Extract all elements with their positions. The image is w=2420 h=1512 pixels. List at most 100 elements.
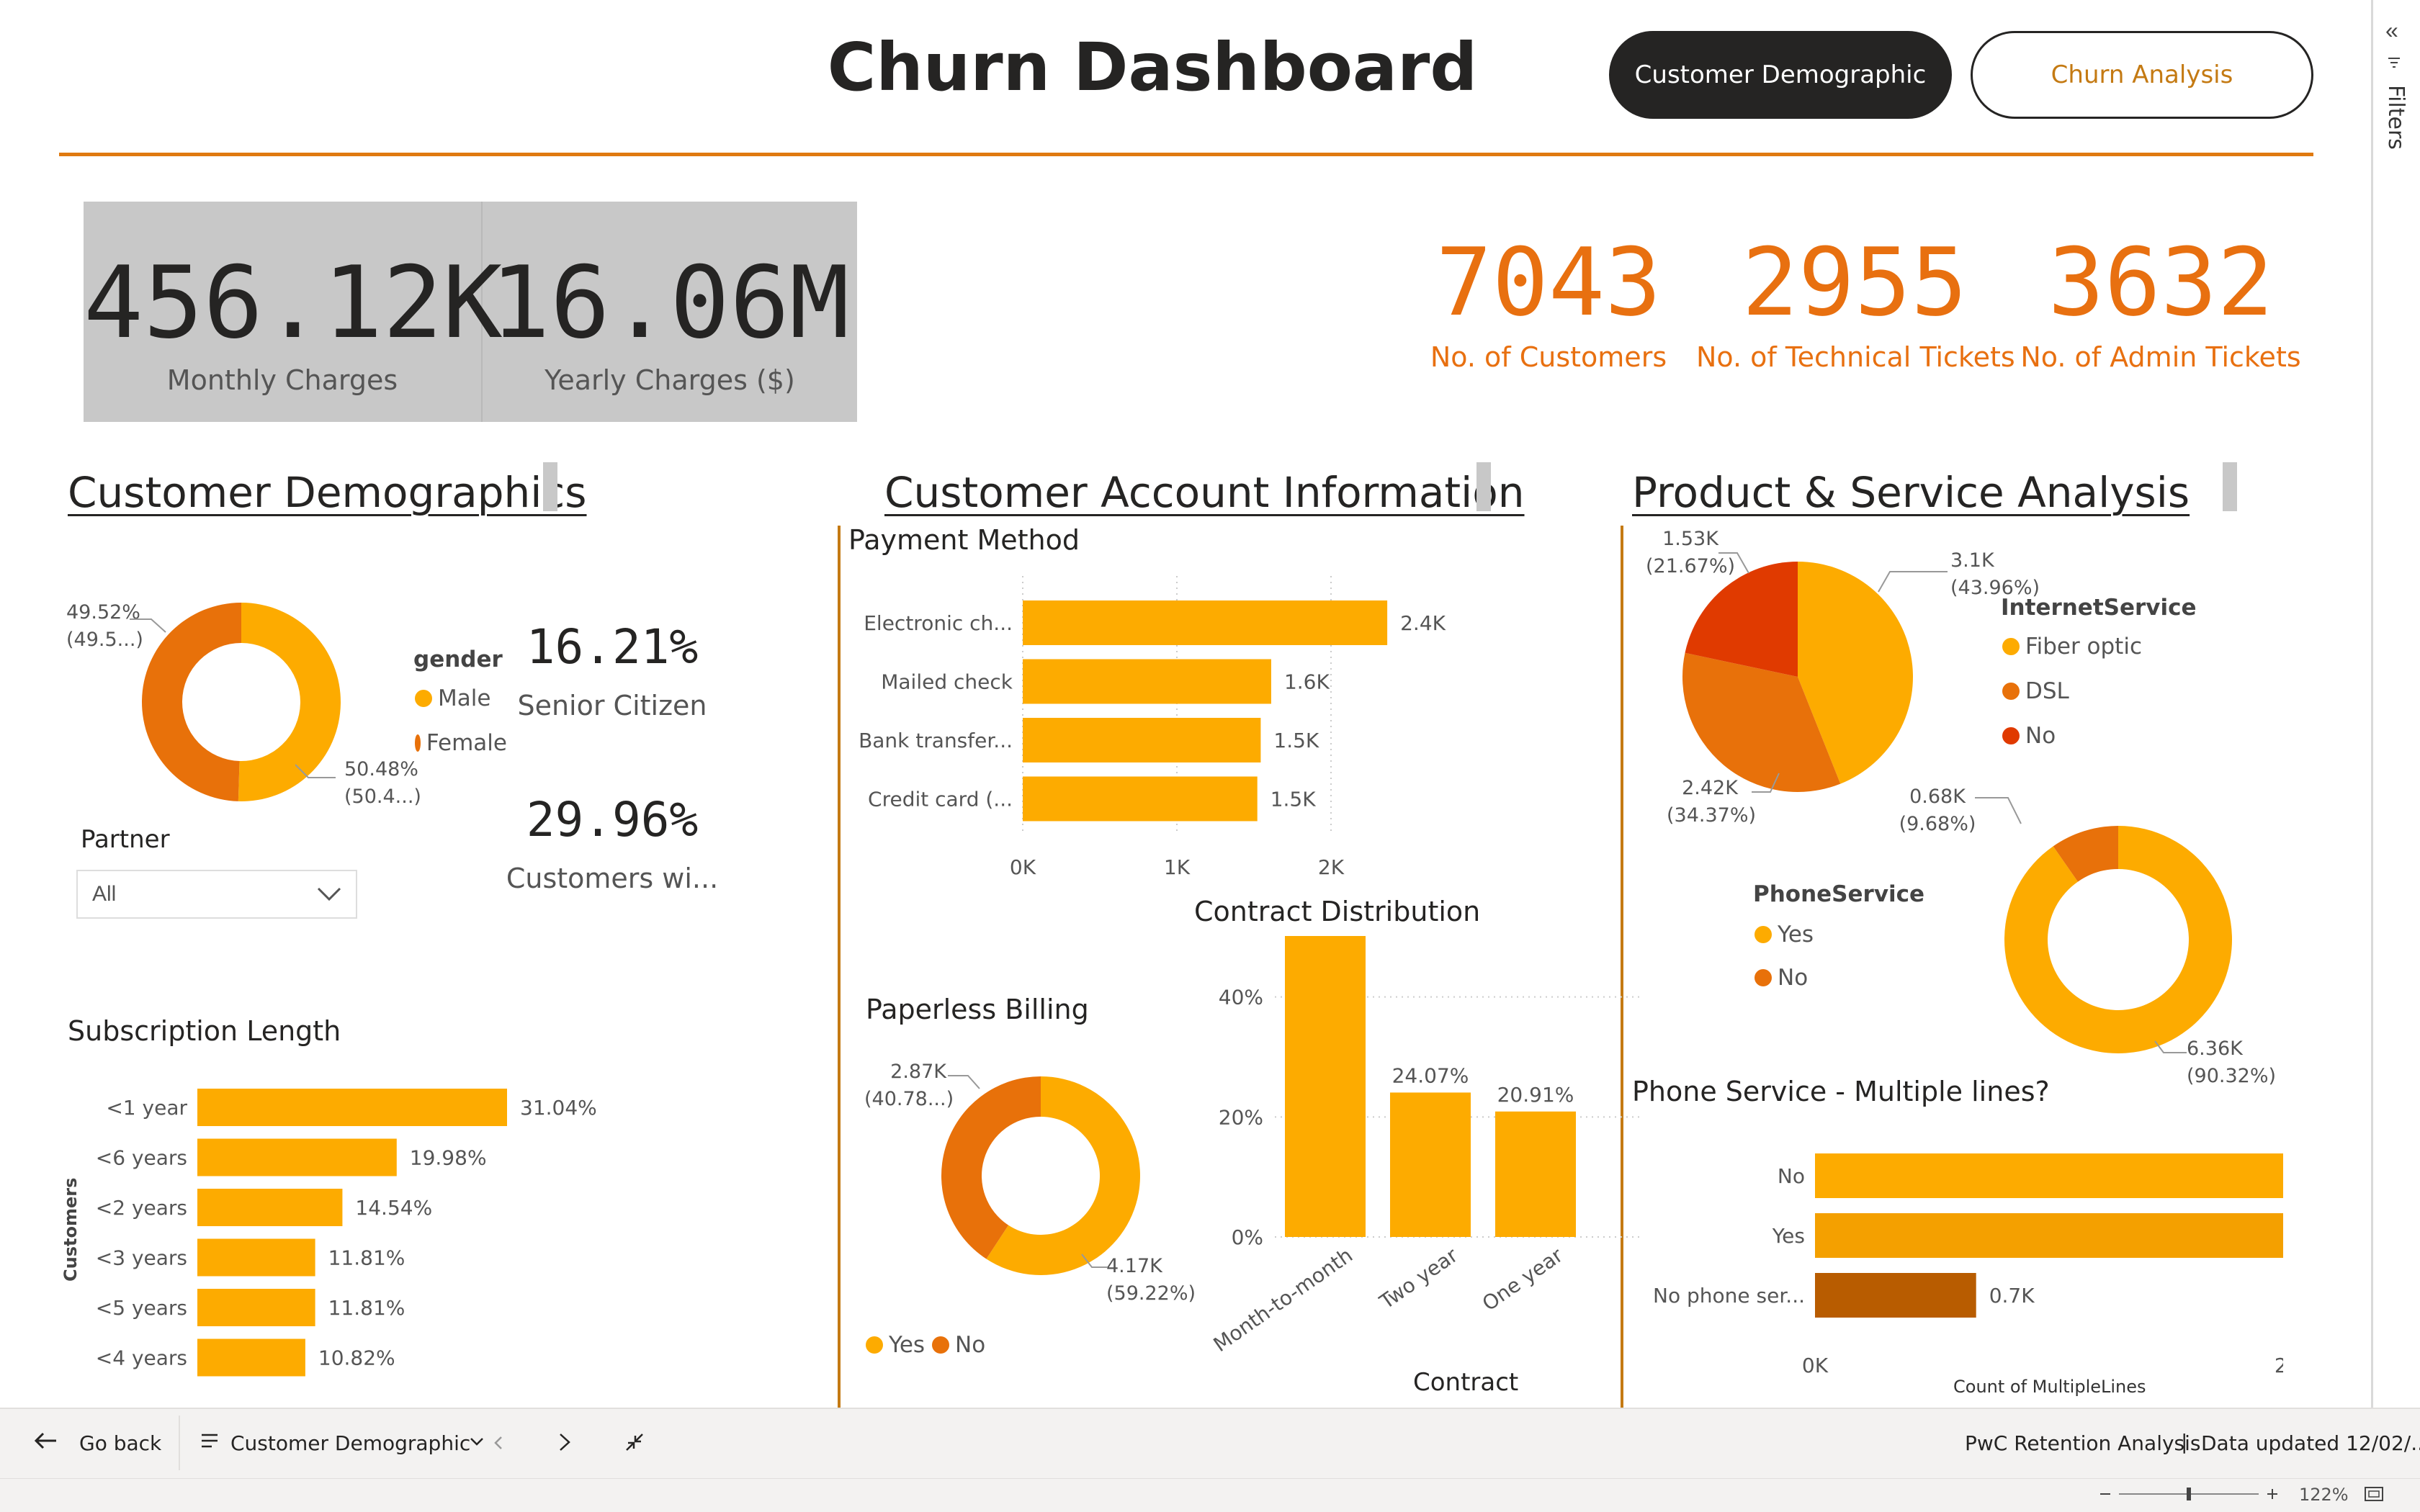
bar-credit-card-[interactable] — [1023, 776, 1258, 822]
customers-wi-label: Customers wi... — [506, 863, 719, 894]
nav-churn-analysis-button[interactable]: Churn Analysis — [1971, 31, 2313, 119]
bar-one-year[interactable] — [1495, 1111, 1576, 1237]
paperless-billing-donut-chart[interactable] — [936, 1071, 1145, 1280]
slice-yes[interactable] — [2004, 826, 2232, 1053]
report-name: PwC Retention Analysis — [1965, 1431, 2201, 1455]
bar--5-years[interactable] — [197, 1289, 315, 1326]
senior-citizen-label: Senior Citizen — [517, 690, 707, 721]
legend-label: No — [1778, 965, 1809, 991]
phone-service-legend-title: PhoneService — [1753, 881, 1925, 907]
legend-label: Yes — [889, 1332, 926, 1358]
legend-item-fiber-optic[interactable]: Fiber optic — [2002, 634, 2142, 660]
legend-label: Female — [426, 730, 507, 756]
contract-distribution-chart[interactable]: 0%20%40%60%55.02%Month-to-month24.07%Two… — [1196, 936, 1657, 1382]
phone-no-data-label: 0.68K (9.68%) — [1894, 783, 1981, 838]
bar--4-years[interactable] — [197, 1338, 305, 1377]
legend-label: DSL — [2025, 678, 2069, 704]
internet-dsl-pct: (34.37%) — [1667, 804, 1757, 827]
pages-list-icon[interactable] — [200, 1433, 219, 1449]
zoom-slider[interactable] — [2097, 1485, 2280, 1503]
legend-item-male[interactable]: Male — [415, 685, 490, 711]
category-label: <5 years — [96, 1296, 187, 1320]
bar-electronic-ch-[interactable] — [1023, 600, 1388, 645]
legend-swatch — [415, 690, 432, 707]
partner-slicer-dropdown[interactable]: All — [76, 870, 357, 919]
tick-label: 2K — [1318, 855, 1345, 879]
legend-item-yes[interactable]: Yes — [866, 1332, 925, 1358]
category-label: Credit card (... — [868, 788, 1013, 811]
gender-male-data-label: 50.48% (50.4...) — [344, 756, 421, 811]
next-page-icon[interactable] — [557, 1433, 572, 1452]
data-label: 10.82% — [318, 1346, 395, 1370]
subscription-length-chart[interactable]: <1 year 31.04% <6 years 19.98% <2 years 14.54… — [86, 1073, 634, 1382]
legend-swatch — [932, 1336, 949, 1354]
bar-mailed-check[interactable] — [1023, 659, 1271, 704]
yearly-charges-label: Yearly Charges ($) — [544, 364, 795, 396]
data-label: 20.91% — [1497, 1083, 1574, 1107]
paperless-yes-pct: (59.22%) — [1106, 1282, 1196, 1305]
legend-swatch — [2002, 727, 2020, 744]
tick-label: 20% — [1219, 1105, 1263, 1129]
gender-leader-line — [295, 764, 336, 778]
data-label: 2.4K — [1400, 611, 1446, 635]
data-label: 19.98% — [410, 1146, 487, 1170]
legend-item-female[interactable]: Female — [415, 730, 507, 756]
bar-two-year[interactable] — [1390, 1092, 1471, 1237]
paperless-yes-data-label: 4.17K (59.22%) — [1106, 1253, 1196, 1308]
customers-count-label: No. of Customers — [1430, 341, 1667, 373]
tick-label: 0K — [1802, 1354, 1829, 1377]
bar--3-years[interactable] — [197, 1238, 315, 1277]
bar-month-to-month[interactable] — [1285, 936, 1366, 1237]
filters-pane-label[interactable]: Filters — [2383, 85, 2408, 150]
category-label: No phone ser... — [1653, 1284, 1805, 1308]
go-back-button[interactable]: Go back — [79, 1431, 161, 1455]
nav-customer-demographic-button[interactable]: Customer Demographic — [1609, 31, 1952, 119]
back-arrow-icon[interactable] — [33, 1431, 58, 1450]
report-canvas: Churn Dashboard Customer Demographic Chu… — [0, 0, 2371, 1408]
tick-label: 1K — [1164, 855, 1191, 879]
slice-no[interactable] — [941, 1076, 1041, 1259]
payment-method-chart[interactable]: Electronic ch... 2.4K Mailed check 1.6K Bank… — [850, 576, 1498, 886]
legend-swatch — [1754, 969, 1772, 986]
legend-label: Yes — [1778, 922, 1814, 948]
section-tab-marker — [1476, 462, 1491, 511]
internet-fiber-data-label: 3.1K (43.96%) — [1950, 547, 2040, 602]
bar--6-years[interactable] — [197, 1138, 397, 1176]
legend-item-dsl[interactable]: DSL — [2002, 678, 2069, 704]
internet-service-legend-title: InternetService — [2001, 595, 2197, 621]
multiple-lines-chart[interactable]: No3.4KYes3.0KNo phone ser...0.7K0K2K — [1635, 1130, 2283, 1390]
admin-tickets-value: 3632 — [2048, 228, 2274, 337]
legend-label: No — [955, 1332, 986, 1358]
section-customer-demographics: Customer Demographics — [68, 468, 587, 517]
exit-fullscreen-icon[interactable] — [624, 1431, 645, 1453]
filters-pane[interactable] — [2371, 0, 2420, 1408]
tick-label: 0% — [1232, 1225, 1263, 1249]
phone-service-donut-chart[interactable] — [1999, 821, 2237, 1058]
category-label: One year — [1478, 1243, 1567, 1315]
data-label: 31.04% — [520, 1096, 597, 1120]
fit-to-page-icon[interactable] — [2364, 1486, 2384, 1502]
bar-yes[interactable] — [1815, 1213, 2283, 1258]
phone-leader-line — [2154, 1040, 2187, 1053]
legend-item-phone-yes[interactable]: Yes — [1754, 922, 1814, 948]
data-label: 1.5K — [1273, 729, 1319, 752]
current-page-name[interactable]: Customer Demographic — [230, 1431, 470, 1455]
legend-item-phone-no[interactable]: No — [1754, 965, 1808, 991]
page-dropdown-icon[interactable] — [470, 1436, 504, 1450]
collapse-filters-icon[interactable]: « — [2385, 17, 2398, 44]
category-label: <3 years — [96, 1246, 187, 1270]
bar-bank-transfer-[interactable] — [1023, 718, 1261, 762]
bar-no-phone-ser-[interactable] — [1815, 1273, 1976, 1318]
partner-slicer-title: Partner — [81, 825, 170, 854]
page-title: Churn Dashboard — [827, 29, 1478, 106]
bar-no[interactable] — [1815, 1153, 2283, 1198]
column-divider — [838, 526, 841, 900]
legend-item-no-internet[interactable]: No — [2002, 723, 2056, 749]
tick-label: 40% — [1219, 986, 1263, 1009]
tick-label: 0K — [1010, 855, 1036, 879]
zoom-level[interactable]: 122% — [2299, 1485, 2349, 1505]
bar--1-year[interactable] — [197, 1089, 507, 1126]
bar--2-years[interactable] — [197, 1189, 343, 1226]
legend-item-no[interactable]: No — [932, 1332, 985, 1358]
gender-male-pct-detail: (50.4...) — [344, 786, 421, 808]
